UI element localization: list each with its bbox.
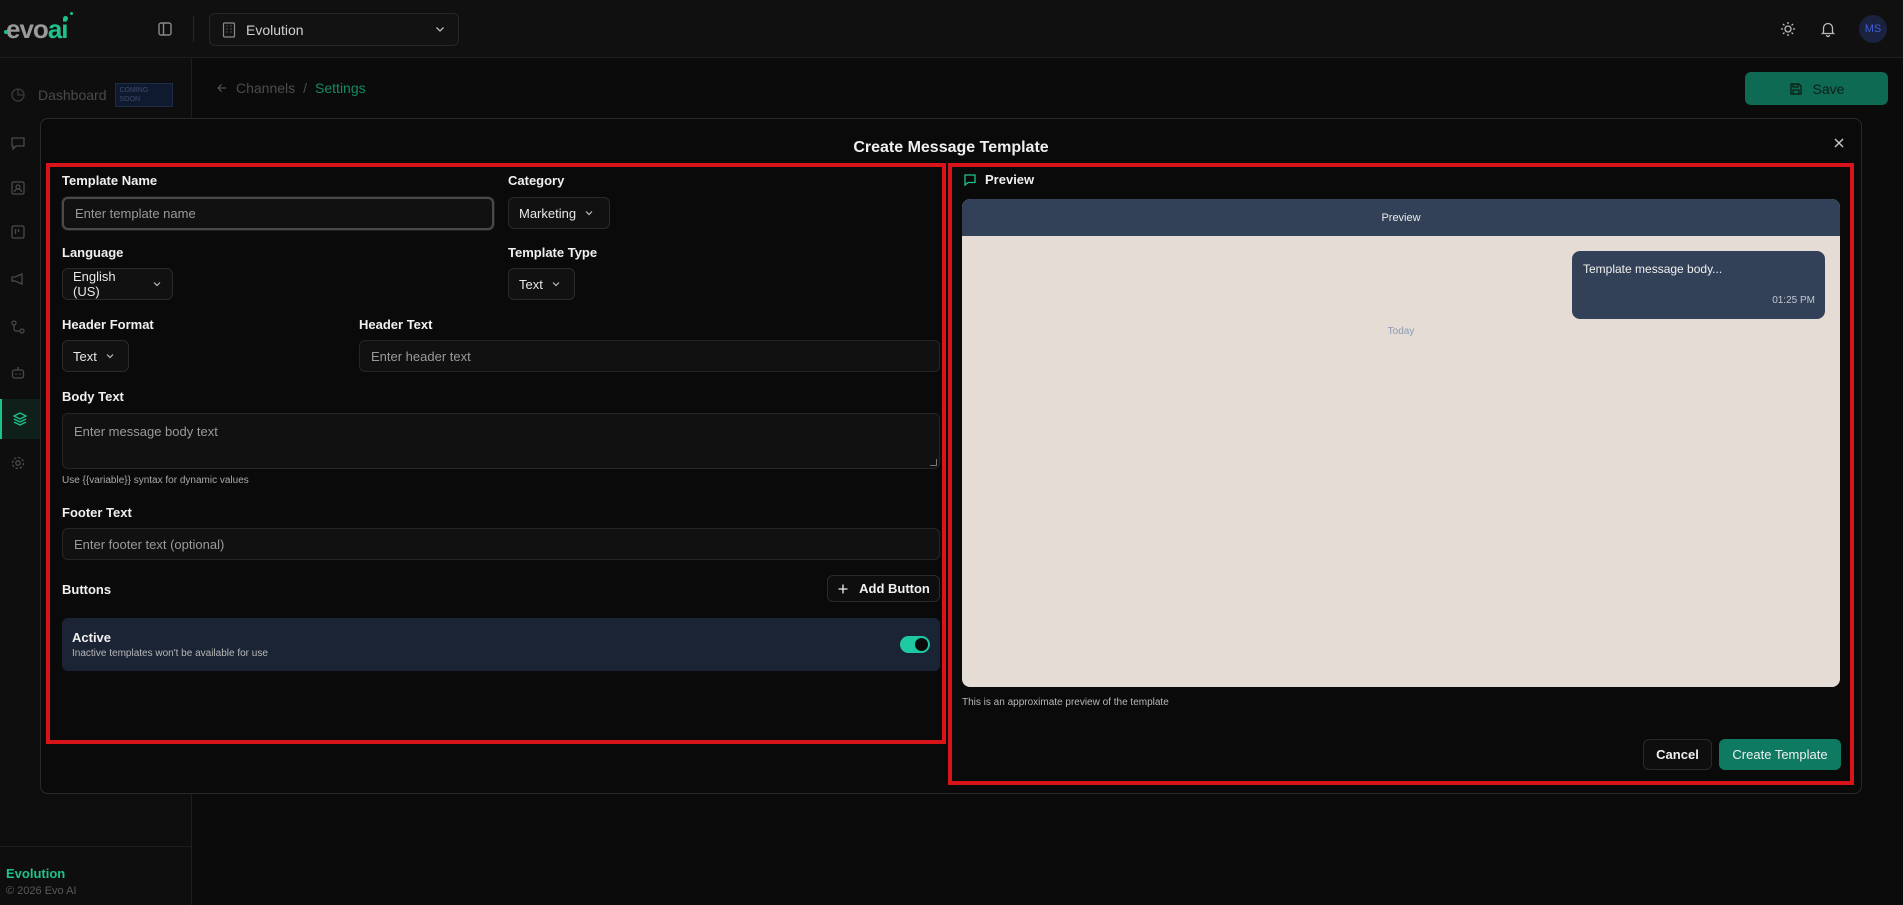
bot-icon: [11, 367, 25, 379]
logo-dot: [70, 12, 73, 15]
message-square-icon: [963, 173, 977, 187]
category-label: Category: [508, 173, 565, 188]
gear-icon: [11, 456, 25, 470]
chevron-down-icon: [584, 208, 594, 218]
workspace-select[interactable]: Evolution: [209, 13, 459, 46]
active-subtitle: Inactive templates won't be available fo…: [72, 648, 268, 659]
template-type-label: Template Type: [508, 245, 598, 260]
chat-preview-title: Preview: [1381, 211, 1421, 224]
preview-heading-label: Preview: [985, 172, 1035, 187]
language-label: Language: [62, 245, 124, 260]
sidebar-item-dashboard[interactable]: Dashboard COMING SOON: [0, 75, 192, 115]
template-type-value: Text: [519, 276, 543, 292]
template-name-input[interactable]: Enter template name: [62, 197, 494, 230]
preview-note: This is an approximate preview of the te…: [962, 697, 1169, 708]
divider: [0, 846, 192, 847]
megaphone-icon: [11, 273, 23, 285]
header-format-select[interactable]: Text: [62, 340, 129, 372]
create-template-button-label: Create Template: [1732, 747, 1828, 762]
modal-title: Create Message Template: [853, 139, 1049, 156]
logo-dot: [63, 16, 68, 21]
building-icon: [222, 21, 236, 38]
add-button-button[interactable]: Add Button: [827, 575, 940, 602]
add-button-label: Add Button: [859, 581, 930, 596]
avatar-initials: MS: [1864, 23, 1882, 35]
top-bar: evoai Evolution MS: [0, 0, 1903, 58]
body-text-placeholder: Enter message body text: [74, 424, 218, 439]
body-text-label: Body Text: [62, 389, 124, 404]
cancel-button[interactable]: Cancel: [1643, 739, 1712, 770]
breadcrumb-settings: Settings: [315, 80, 366, 96]
avatar[interactable]: MS: [1859, 15, 1887, 43]
header-format-value: Text: [73, 348, 97, 364]
active-setting-card: Active Inactive templates won't be avail…: [62, 618, 940, 671]
contact-card-icon: [11, 181, 25, 195]
footer-text-label: Footer Text: [62, 505, 132, 520]
kanban-icon: [11, 225, 25, 239]
buttons-label: Buttons: [62, 582, 112, 597]
message-bubble: Template message body... 01:25 PM: [1572, 251, 1825, 319]
sidebar-footer: Evolution © 2026 Evo AI: [6, 866, 77, 897]
toggle-knob: [915, 638, 928, 651]
workspace-name: Evolution: [246, 21, 304, 38]
active-toggle[interactable]: [900, 636, 930, 653]
pie-chart-icon: [11, 88, 25, 102]
date-separator: Today: [1387, 326, 1415, 337]
body-text-textarea[interactable]: Enter message body text: [62, 413, 940, 469]
footer-app-name: Evolution: [6, 866, 66, 881]
chat-preview-header: Preview: [962, 199, 1840, 236]
message-time: 01:25 PM: [1772, 295, 1815, 306]
category-select[interactable]: Marketing: [508, 197, 610, 229]
template-type-select[interactable]: Text: [508, 268, 575, 300]
floppy-disk-icon: [1789, 82, 1803, 96]
header-format-label: Header Format: [62, 317, 154, 332]
footer-copyright: © 2026 Evo AI: [6, 885, 77, 897]
close-icon[interactable]: [1831, 135, 1847, 151]
logo-text-evo: evo: [6, 14, 49, 44]
active-title: Active: [72, 630, 112, 645]
footer-text-input[interactable]: Enter footer text (optional): [62, 528, 940, 560]
logo-dot: [4, 30, 8, 34]
sidebar-item-label: Dashboard: [38, 87, 107, 103]
create-template-button[interactable]: Create Template: [1719, 739, 1841, 770]
header-text-label: Header Text: [359, 317, 433, 332]
header-text-input[interactable]: Enter header text: [359, 340, 940, 372]
evo-ai-logo[interactable]: evoai: [6, 14, 68, 45]
header-text-placeholder: Enter header text: [371, 348, 471, 364]
breadcrumb: Channels / Settings: [216, 80, 366, 96]
breadcrumb-separator: /: [303, 80, 308, 96]
chat-preview: Preview Template message body... 01:25 P…: [962, 199, 1840, 687]
chat-icon: [11, 137, 25, 151]
divider: [193, 16, 194, 42]
message-text: Template message body...: [1583, 262, 1723, 276]
preview-heading: Preview: [963, 172, 1034, 187]
language-select[interactable]: English (US): [62, 268, 173, 300]
body-text-hint: Use {{variable}} syntax for dynamic valu…: [62, 475, 249, 486]
cancel-button-label: Cancel: [1656, 747, 1699, 762]
language-value: English (US): [73, 269, 116, 299]
template-name-placeholder: Enter template name: [75, 206, 196, 221]
category-value: Marketing: [519, 205, 577, 221]
chevron-down-icon: [105, 351, 115, 361]
save-button-label: Save: [1812, 80, 1845, 97]
theme-toggle-sun-icon[interactable]: [1778, 19, 1798, 39]
workflow-icon: [11, 320, 25, 334]
chevron-down-icon: [434, 22, 446, 38]
chevron-down-icon: [152, 279, 162, 289]
coming-soon-badge: COMING SOON: [114, 83, 173, 107]
chevron-down-icon: [551, 279, 561, 289]
footer-text-placeholder: Enter footer text (optional): [74, 536, 225, 552]
plus-icon: [837, 583, 849, 595]
bell-icon[interactable]: [1818, 19, 1838, 39]
template-name-label: Template Name: [62, 173, 158, 188]
breadcrumb-channels[interactable]: Channels: [236, 80, 295, 96]
resize-handle[interactable]: [930, 459, 937, 466]
layers-icon: [12, 412, 28, 426]
arrow-left-icon[interactable]: [216, 82, 228, 94]
sidebar-toggle-icon[interactable]: [155, 19, 175, 39]
save-button[interactable]: Save: [1745, 72, 1888, 105]
